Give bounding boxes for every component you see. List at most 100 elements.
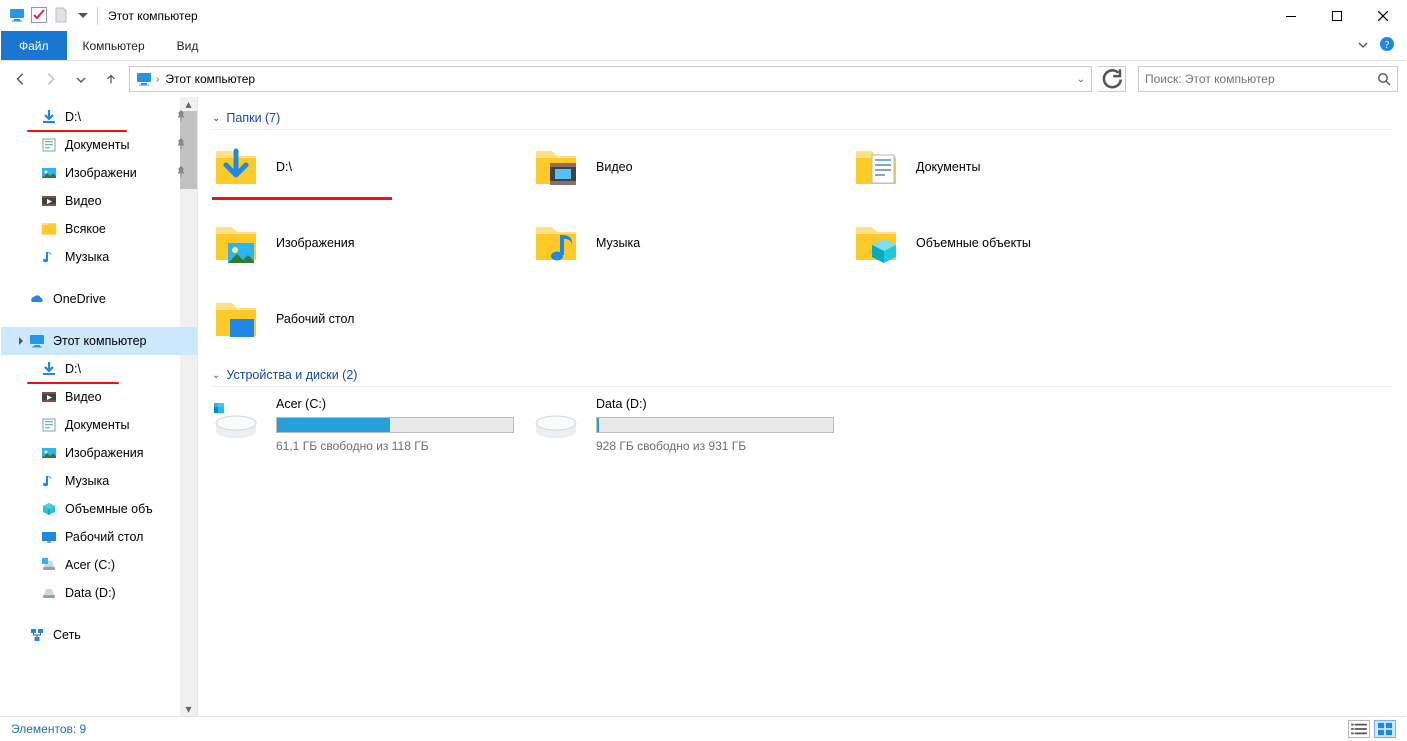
- main-content: ⌄ Папки (7) D:\ Видео Документы Изображе…: [198, 97, 1406, 716]
- pin-icon: [173, 164, 189, 183]
- sidebar-item-label: Видео: [65, 194, 102, 208]
- window-title: Этот компьютер: [108, 9, 198, 23]
- qat-properties-icon[interactable]: [31, 7, 47, 26]
- address-bar[interactable]: › Этот компьютер ⌄: [129, 66, 1092, 92]
- breadcrumb-root[interactable]: ›: [136, 71, 159, 87]
- pin-icon: [173, 136, 189, 155]
- chevron-down-icon: ⌄: [212, 113, 220, 124]
- qat-file-icon[interactable]: [53, 7, 69, 26]
- sidebar-item-label: Этот компьютер: [53, 334, 146, 348]
- folder-icon: [41, 221, 57, 237]
- sidebar-quick-item[interactable]: Документы: [1, 131, 197, 159]
- download-icon: [41, 109, 57, 125]
- recent-locations-button[interactable]: [69, 67, 93, 91]
- drive-c-icon: [41, 557, 57, 573]
- folder-item[interactable]: Изображения: [212, 216, 532, 270]
- breadcrumb-label: Этот компьютер: [165, 72, 255, 86]
- status-bar: Элементов: 9: [1, 716, 1406, 740]
- drive-item[interactable]: Data (D:) 928 ГБ свободно из 931 ГБ: [532, 397, 852, 453]
- sidebar-item-label: OneDrive: [53, 292, 106, 306]
- sidebar-thispc-child[interactable]: D:\: [1, 355, 197, 383]
- qat-thispc-icon[interactable]: [9, 7, 25, 26]
- search-input[interactable]: [1145, 72, 1377, 86]
- sidebar-item-label: Документы: [65, 418, 129, 432]
- chevron-down-icon[interactable]: ⌄: [1077, 74, 1085, 85]
- desktop-icon: [41, 529, 57, 545]
- sidebar-thispc-child[interactable]: Изображения: [1, 439, 197, 467]
- image-icon: [41, 445, 57, 461]
- ribbon-tab-view[interactable]: Вид: [161, 31, 215, 60]
- doc-icon: [41, 417, 57, 433]
- folder-icon: [212, 295, 260, 343]
- image-icon: [41, 165, 57, 181]
- window-maximize-button[interactable]: [1314, 1, 1360, 31]
- sidebar-item-label: Всякое: [65, 222, 106, 236]
- download-icon: [41, 361, 57, 377]
- folder-item[interactable]: D:\: [212, 140, 532, 194]
- sidebar-quick-item[interactable]: Видео: [1, 187, 197, 215]
- scroll-down-icon[interactable]: ▾: [180, 702, 197, 716]
- video-icon: [41, 193, 57, 209]
- doc-icon: [41, 137, 57, 153]
- thispc-icon: [136, 71, 152, 87]
- titlebar: Этот компьютер: [1, 1, 1406, 31]
- folders-group: ⌄ Папки (7) D:\ Видео Документы Изображе…: [212, 107, 1392, 346]
- drive-icon: [41, 585, 57, 601]
- help-icon[interactable]: [1380, 37, 1394, 54]
- folder-item[interactable]: Музыка: [532, 216, 852, 270]
- navigation-row: › Этот компьютер ⌄: [1, 61, 1406, 97]
- breadcrumb-location[interactable]: Этот компьютер: [165, 72, 255, 86]
- search-box[interactable]: [1138, 66, 1398, 92]
- folder-item[interactable]: Документы: [852, 140, 1172, 194]
- ribbon-collapse-icon[interactable]: [1356, 37, 1370, 54]
- sidebar-quick-item[interactable]: Изображени: [1, 159, 197, 187]
- folder-item[interactable]: Видео: [532, 140, 852, 194]
- drive-icon: [532, 397, 580, 445]
- folder-item[interactable]: Объемные объекты: [852, 216, 1172, 270]
- sidebar-quick-item[interactable]: Музыка: [1, 243, 197, 271]
- ribbon-file-tab[interactable]: Файл: [1, 31, 67, 60]
- folder-icon: [212, 143, 260, 191]
- sidebar-onedrive[interactable]: OneDrive: [1, 285, 197, 313]
- titlebar-separator: [97, 7, 98, 25]
- sidebar-item-label: D:\: [65, 362, 81, 376]
- qat-dropdown-icon[interactable]: [75, 7, 91, 26]
- drive-item[interactable]: Acer (C:) 61,1 ГБ свободно из 118 ГБ: [212, 397, 532, 453]
- cube-icon: [41, 501, 57, 517]
- sidebar-item-label: Видео: [65, 390, 102, 404]
- status-count: Элементов: 9: [11, 722, 86, 736]
- sidebar-thispc-child[interactable]: Объемные объ: [1, 495, 197, 523]
- folder-item[interactable]: Рабочий стол: [212, 292, 532, 346]
- refresh-button[interactable]: [1098, 66, 1126, 92]
- folder-icon: [532, 143, 580, 191]
- sidebar-network[interactable]: Сеть: [1, 621, 197, 649]
- sidebar-thispc-child[interactable]: Музыка: [1, 467, 197, 495]
- view-large-icons-button[interactable]: [1374, 720, 1396, 738]
- drive-name: Acer (C:): [276, 397, 514, 411]
- onedrive-icon: [29, 291, 45, 307]
- sidebar-quick-item[interactable]: D:\: [1, 103, 197, 131]
- sidebar-thispc-child[interactable]: Видео: [1, 383, 197, 411]
- view-details-button[interactable]: [1348, 720, 1370, 738]
- folder-label: Изображения: [276, 236, 355, 250]
- folder-icon: [532, 219, 580, 267]
- drive-name: Data (D:): [596, 397, 834, 411]
- sidebar-quick-item[interactable]: Всякое: [1, 215, 197, 243]
- sidebar-thispc-child[interactable]: Acer (C:): [1, 551, 197, 579]
- chevron-down-icon: ⌄: [212, 370, 220, 381]
- window-close-button[interactable]: [1360, 1, 1406, 31]
- sidebar-item-label: Объемные объ: [65, 502, 153, 516]
- forward-button[interactable]: [39, 67, 63, 91]
- window-minimize-button[interactable]: [1268, 1, 1314, 31]
- back-button[interactable]: [9, 67, 33, 91]
- drives-group-header[interactable]: ⌄ Устройства и диски (2): [212, 364, 1392, 387]
- sidebar-thispc[interactable]: Этот компьютер: [1, 327, 197, 355]
- folders-group-header[interactable]: ⌄ Папки (7): [212, 107, 1392, 130]
- sidebar-thispc-child[interactable]: Документы: [1, 411, 197, 439]
- up-button[interactable]: [99, 67, 123, 91]
- sidebar-thispc-child[interactable]: Рабочий стол: [1, 523, 197, 551]
- ribbon-tab-computer[interactable]: Компьютер: [67, 31, 161, 60]
- sidebar-item-label: Музыка: [65, 250, 109, 264]
- drive-icon: [212, 397, 260, 445]
- sidebar-thispc-child[interactable]: Data (D:): [1, 579, 197, 607]
